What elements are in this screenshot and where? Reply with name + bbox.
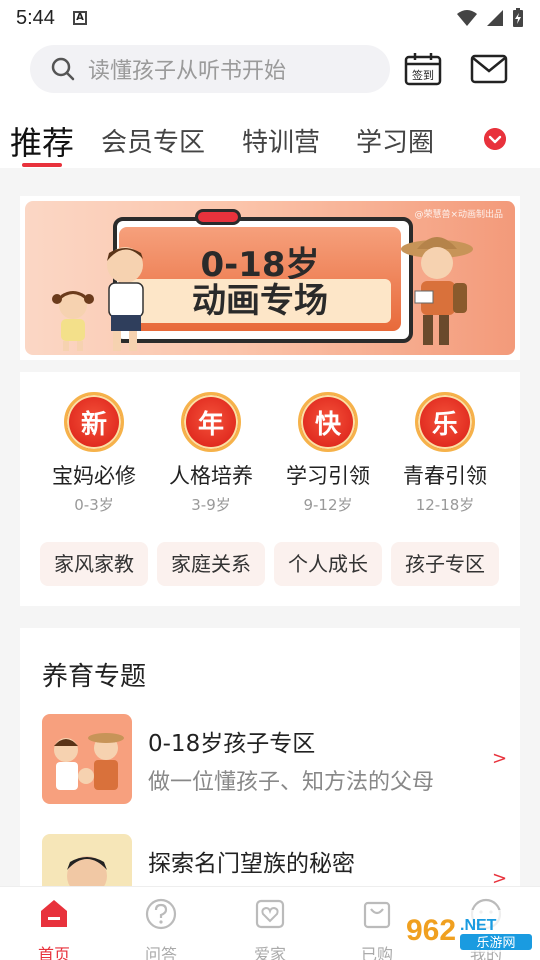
chip-kids-zone[interactable]: 孩子专区 xyxy=(391,542,499,586)
banner-watermark: @荣慧兽×动画制出品 xyxy=(414,210,503,220)
tab-training-camp[interactable]: 特训营 xyxy=(242,122,320,159)
nav-qa[interactable]: 问答 xyxy=(131,897,191,960)
category-item[interactable]: 年 人格培养 3-9岁 xyxy=(151,392,271,515)
list-item[interactable]: 0-18岁孩子专区 做一位懂孩子、知方法的父母 > xyxy=(42,714,507,804)
active-tab-indicator xyxy=(22,163,62,167)
header: 读懂孩子从听书开始 签到 推荐 会员专区 特训营 学习圈 xyxy=(0,36,540,168)
new-year-badge-icon: 新 xyxy=(64,392,124,452)
chip-family-tradition[interactable]: 家风家教 xyxy=(40,542,148,586)
notification-a-icon: A xyxy=(72,11,87,25)
question-icon xyxy=(145,898,177,930)
category-item[interactable]: 新 宝妈必修 0-3岁 xyxy=(34,392,154,515)
mail-icon[interactable] xyxy=(470,52,508,86)
category-age: 0-3岁 xyxy=(74,496,114,514)
new-year-badge-icon: 年 xyxy=(181,392,241,452)
search-placeholder: 读懂孩子从听书开始 xyxy=(88,59,287,84)
category-age: 3-9岁 xyxy=(191,496,231,514)
shopping-bag-icon xyxy=(363,901,391,929)
nav-label: 问答 xyxy=(144,945,177,960)
battery-icon xyxy=(513,8,523,27)
promo-banner[interactable]: 0-18岁 动画专场 @荣慧兽×动画制出品 xyxy=(25,201,515,355)
watermark-cn: 乐游网 xyxy=(476,936,515,951)
category-item[interactable]: 快 学习引领 9-12岁 xyxy=(268,392,388,515)
status-time: 5:44 xyxy=(16,6,55,29)
boy-character-illustration xyxy=(107,247,144,351)
signin-label: 签到 xyxy=(412,68,434,82)
nav-family[interactable]: 爱家 xyxy=(240,897,300,960)
status-icons xyxy=(456,8,524,28)
category-label: 学习引领 xyxy=(286,464,370,488)
watermark-net: .NET xyxy=(460,917,497,934)
chip-family-relations[interactable]: 家庭关系 xyxy=(157,542,265,586)
search-icon xyxy=(51,57,75,81)
girl-character-illustration xyxy=(52,291,94,351)
nav-purchased[interactable]: 已购 xyxy=(347,897,407,960)
heart-box-icon xyxy=(255,899,285,929)
explorer-character-illustration xyxy=(401,237,473,345)
category-age: 12-18岁 xyxy=(415,496,475,514)
tab-member[interactable]: 会员专区 xyxy=(101,122,205,159)
item-title: 0-18岁孩子专区 xyxy=(148,731,316,757)
section-title: 养育专题 xyxy=(42,662,147,692)
item-description: 做一位懂孩子、知方法的父母 xyxy=(148,770,435,795)
watermark-number: 962 xyxy=(406,914,456,947)
signin-calendar-icon[interactable]: 签到 xyxy=(404,52,442,86)
chip-personal-growth[interactable]: 个人成长 xyxy=(274,542,382,586)
wifi-icon xyxy=(457,10,477,26)
category-age: 9-12岁 xyxy=(303,496,353,514)
banner-title-panel: 0-18岁 动画专场 xyxy=(119,227,401,331)
banner-tv-handle xyxy=(195,209,241,225)
tab-recommend[interactable]: 推荐 xyxy=(10,118,74,164)
item-title: 探索名门望族的秘密 xyxy=(148,851,355,877)
category-label: 人格培养 xyxy=(169,464,253,488)
site-watermark-logo: 962 .NET 乐游网 xyxy=(400,910,536,952)
nav-label: 爱家 xyxy=(253,945,286,960)
chevron-down-icon[interactable] xyxy=(484,128,506,150)
category-label: 青春引领 xyxy=(403,464,487,488)
top-tabs: 推荐 会员专区 特训营 学习圈 xyxy=(0,118,540,168)
nav-label: 首页 xyxy=(37,945,70,960)
category-label: 宝妈必修 xyxy=(52,464,136,488)
topic-card: 养育专题 0-18岁孩子专区 做一位懂孩子、知方法的父母 > 探索名门望族的秘密… xyxy=(20,628,520,924)
category-item[interactable]: 乐 青春引领 12-18岁 xyxy=(385,392,505,515)
nav-label: 已购 xyxy=(360,945,393,960)
kids-zone-thumbnail xyxy=(42,714,132,804)
status-bar: 5:44 A xyxy=(0,0,540,36)
chevron-right-icon: > xyxy=(492,748,508,769)
new-year-badge-icon: 快 xyxy=(298,392,358,452)
new-year-badge-icon: 乐 xyxy=(415,392,475,452)
signal-icon xyxy=(487,10,503,26)
banner-card: 0-18岁 动画专场 @荣慧兽×动画制出品 xyxy=(20,196,520,360)
nav-home[interactable]: 首页 xyxy=(24,897,84,960)
tab-study-circle[interactable]: 学习圈 xyxy=(356,122,434,159)
search-bar[interactable]: 读懂孩子从听书开始 xyxy=(30,45,390,93)
category-card: 新 宝妈必修 0-3岁 年 人格培养 3-9岁 快 学习引领 9-12岁 乐 青… xyxy=(20,372,520,606)
home-icon xyxy=(41,900,67,927)
banner-title-main: 动画专场 xyxy=(129,279,391,323)
